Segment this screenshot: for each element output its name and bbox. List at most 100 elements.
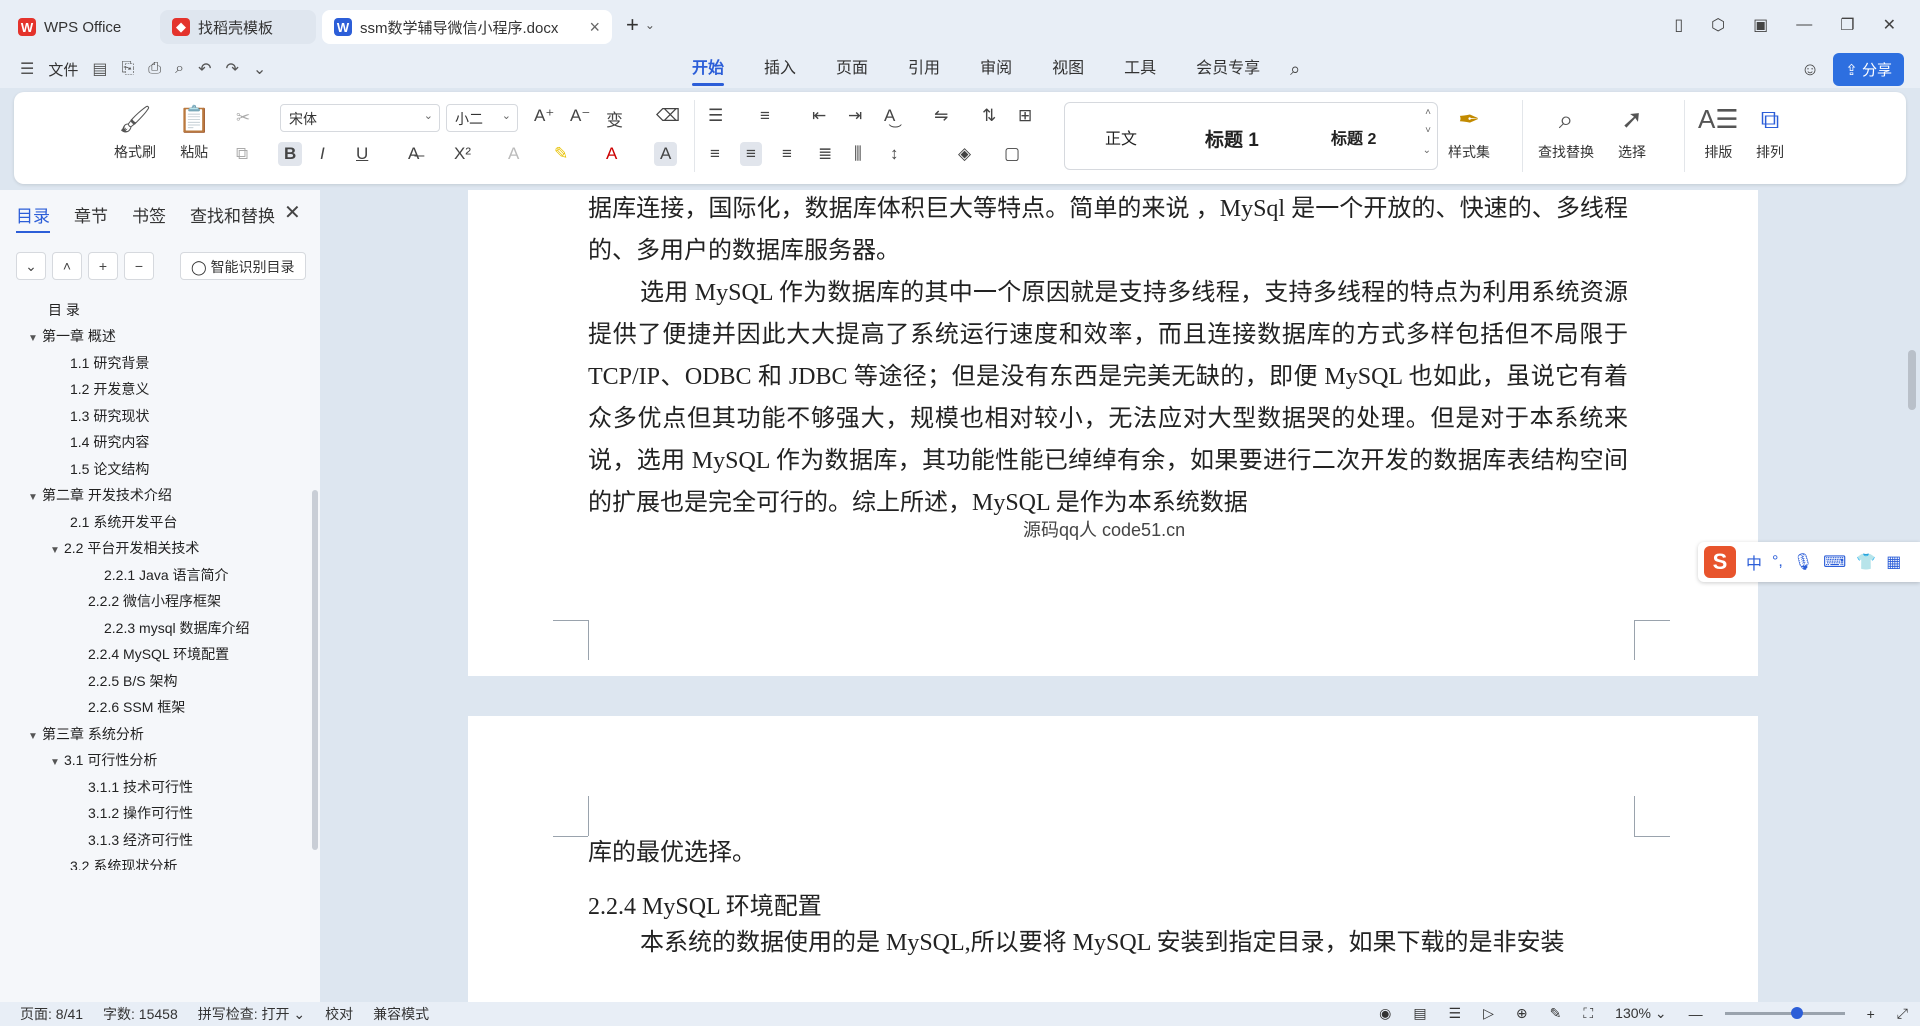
chevron-up-button[interactable]: ˄	[52, 252, 82, 280]
underline-button[interactable]: U	[356, 144, 368, 164]
redo-icon[interactable]: ↷	[225, 59, 238, 79]
toc-item[interactable]: 2.2.6 SSM 框架	[88, 697, 185, 717]
find-replace-button[interactable]: ⌕ 查找替换	[1538, 102, 1594, 162]
grow-font-icon[interactable]: A⁺	[534, 106, 554, 126]
undo-icon[interactable]: ↶	[198, 59, 211, 79]
toc-item[interactable]: ▼ 第一章 概述	[28, 326, 116, 346]
file-menu[interactable]: 文件	[48, 59, 78, 80]
close-tab-icon[interactable]: ×	[589, 17, 600, 38]
toc-item[interactable]: 目 录	[48, 300, 80, 320]
menu-member[interactable]: 会员专享	[1176, 50, 1280, 88]
align-right-icon[interactable]: ≡	[782, 144, 792, 164]
toc-item[interactable]: 1.3 研究现状	[70, 406, 149, 426]
char-shading-button[interactable]: A	[654, 142, 678, 166]
toc-item[interactable]: 2.1 系统开发平台	[70, 512, 177, 532]
cut-icon[interactable]: ✂	[236, 108, 250, 128]
share-button[interactable]: ⇪ 分享	[1833, 53, 1904, 86]
add-button[interactable]: +	[88, 252, 118, 280]
sort-icon[interactable]: ⇅	[982, 106, 996, 126]
chevron-down-icon[interactable]: ⌄	[645, 18, 655, 32]
caret-down-icon[interactable]: ▼	[50, 545, 64, 556]
chat-icon[interactable]: ☺	[1801, 59, 1819, 80]
hamburger-icon[interactable]: ☰	[20, 59, 34, 79]
search-icon[interactable]: ⌕	[1290, 59, 1300, 80]
toc-item[interactable]: 3.1.3 经济可行性	[88, 830, 193, 850]
layout-icon[interactable]: ▯	[1674, 15, 1683, 35]
caret-down-icon[interactable]: ▼	[50, 757, 64, 768]
toc-item[interactable]: 2.2.1 Java 语言简介	[104, 565, 229, 585]
web-view-icon[interactable]: ⊕	[1516, 1005, 1528, 1022]
format-painter-button[interactable]: 🖌 格式刷	[114, 102, 156, 162]
menu-page[interactable]: 页面	[816, 50, 888, 88]
toc-item[interactable]: ▼ 第二章 开发技术介绍	[28, 485, 172, 505]
print-preview-icon[interactable]: ⌕	[175, 60, 184, 78]
toc-item[interactable]: 2.2.3 mysql 数据库介绍	[104, 618, 249, 638]
tab-wps-office[interactable]: W WPS Office	[6, 10, 154, 44]
toc-item[interactable]: ▼ 2.2 平台开发相关技术	[50, 538, 199, 558]
toc-item[interactable]: 2.2.2 微信小程序框架	[88, 591, 221, 611]
style-set-button[interactable]: ✒ 样式集	[1448, 102, 1490, 162]
sogou-logo-icon[interactable]: S	[1704, 546, 1736, 578]
bold-button[interactable]: B	[278, 142, 303, 166]
eye-icon[interactable]: ◉	[1379, 1005, 1391, 1022]
cube-icon[interactable]: ⬡	[1711, 15, 1725, 35]
menu-review[interactable]: 审阅	[960, 50, 1032, 88]
chevron-down-button[interactable]: ⌄	[16, 252, 46, 280]
border-icon[interactable]: ▢	[1004, 144, 1020, 164]
punctuation-icon[interactable]: °,	[1772, 553, 1783, 571]
tab-template[interactable]: ◆ 找稻壳模板	[160, 10, 316, 44]
decrease-indent-icon[interactable]: ⇤	[812, 106, 826, 126]
bullet-list-icon[interactable]: ☰	[708, 106, 723, 126]
add-tab-button[interactable]: +	[626, 12, 639, 38]
play-icon[interactable]: ▷	[1483, 1005, 1494, 1022]
align-center-icon[interactable]: ≡	[740, 142, 762, 166]
toc-item[interactable]: 3.1.2 操作可行性	[88, 803, 193, 823]
close-window-button[interactable]: ✕	[1883, 15, 1896, 35]
grid-icon[interactable]: ▦	[1886, 552, 1901, 572]
keyboard-icon[interactable]: ⌨	[1823, 552, 1846, 572]
restore-button[interactable]: ❐	[1840, 15, 1854, 35]
pen-icon[interactable]: ✎	[1550, 1005, 1562, 1022]
numbered-list-icon[interactable]: ≡	[760, 106, 770, 126]
toc-item[interactable]: 1.4 研究内容	[70, 432, 149, 452]
word-count[interactable]: 字数: 15458	[103, 1004, 178, 1024]
text-effect-button[interactable]: A	[508, 144, 519, 164]
style-heading-1[interactable]: 标题 1	[1205, 125, 1259, 152]
eraser-icon[interactable]: ⌫	[656, 106, 680, 126]
shading-icon[interactable]: ◈	[958, 144, 971, 164]
line-spacing-icon[interactable]: ↕	[890, 144, 899, 164]
outline-view-icon[interactable]: ☰	[1449, 1005, 1462, 1022]
text-direction-icon[interactable]: ⇋	[934, 106, 948, 126]
show-marks-icon[interactable]: ⊞	[1018, 106, 1032, 126]
toc-item[interactable]: 3.1.1 技术可行性	[88, 777, 193, 797]
print-icon[interactable]: ⎙	[148, 60, 161, 78]
ime-mode[interactable]: 中	[1746, 550, 1762, 574]
avatar[interactable]: ▣	[1753, 15, 1768, 35]
zoom-out-button[interactable]: —	[1689, 1006, 1703, 1022]
menu-tools[interactable]: 工具	[1104, 50, 1176, 88]
font-size-select[interactable]: 小二 ⌄	[446, 104, 518, 132]
chevron-up-icon[interactable]: ˄	[1425, 107, 1431, 118]
zoom-in-button[interactable]: +	[1867, 1006, 1875, 1022]
remove-button[interactable]: −	[124, 252, 154, 280]
fit-icon[interactable]: ⛶	[1583, 1005, 1593, 1022]
caret-down-icon[interactable]: ▼	[28, 333, 42, 344]
menu-home[interactable]: 开始	[672, 50, 744, 88]
zoom-level[interactable]: 130% ⌄	[1615, 1005, 1666, 1022]
paste-button[interactable]: 📋 粘贴	[178, 102, 210, 162]
nav-tab-find[interactable]: 查找和替换	[190, 202, 275, 233]
close-icon[interactable]: ✕	[284, 200, 301, 225]
nav-scrollbar[interactable]	[312, 490, 318, 850]
nav-tab-bookmarks[interactable]: 书签	[132, 202, 166, 233]
menu-reference[interactable]: 引用	[888, 50, 960, 88]
align-left-icon[interactable]: ≡	[710, 144, 720, 164]
export-icon[interactable]: ⎘	[121, 60, 134, 78]
toc-item[interactable]: ▼ 3.1 可行性分析	[50, 750, 157, 770]
proofread[interactable]: 校对	[325, 1004, 353, 1024]
menu-view[interactable]: 视图	[1032, 50, 1104, 88]
zoom-slider[interactable]	[1724, 1007, 1845, 1019]
microphone-icon[interactable]: 🎙	[1793, 552, 1813, 572]
toc-item[interactable]: 1.2 开发意义	[70, 379, 149, 399]
smart-toc-button[interactable]: ◯ 智能识别目录	[180, 252, 306, 280]
increase-indent-icon[interactable]: ⇥	[848, 106, 862, 126]
